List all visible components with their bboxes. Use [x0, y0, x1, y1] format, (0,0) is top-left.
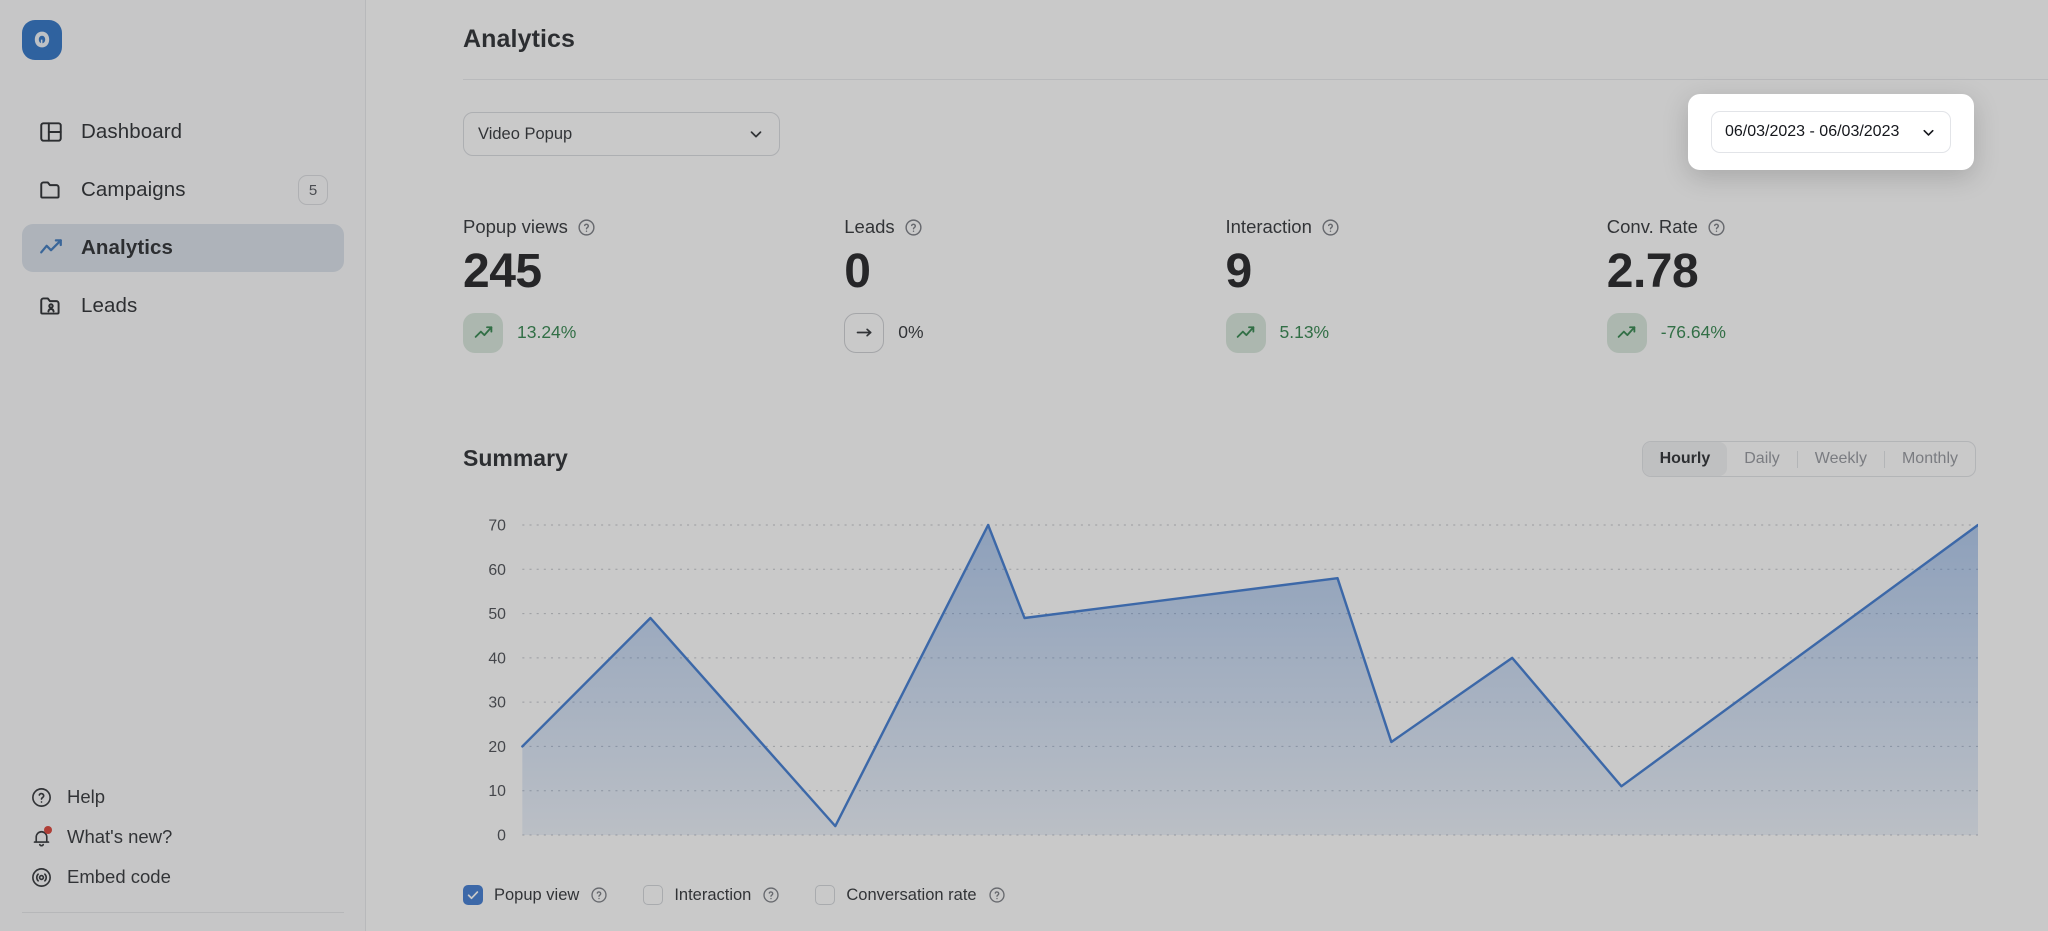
chart-y-tick-label: 70	[488, 518, 506, 535]
trend-flat-icon	[844, 312, 885, 353]
chevron-down-icon	[1920, 124, 1937, 141]
sidebar-item-embed-code[interactable]: Embed code	[22, 857, 344, 897]
campaigns-count-badge: 5	[298, 175, 328, 205]
bell-icon	[30, 825, 53, 849]
help-tooltip-icon[interactable]	[577, 218, 596, 237]
app-logo-icon[interactable]	[22, 20, 62, 60]
layout-dashboard-icon	[38, 119, 64, 145]
checkbox-unchecked-icon[interactable]	[815, 885, 836, 905]
page-title: Analytics	[463, 25, 576, 53]
broadcast-icon	[30, 866, 53, 889]
chart-y-tick-label: 10	[488, 783, 506, 800]
metric-delta: 0%	[898, 322, 924, 343]
campaign-select-value: Video Popup	[478, 124, 573, 143]
chart-y-tick-label: 40	[488, 651, 506, 668]
header-divider	[463, 79, 2048, 80]
legend-label: Popup view	[494, 885, 580, 904]
legend-label: Interaction	[674, 885, 752, 904]
metric-delta: 13.24%	[517, 322, 577, 343]
notification-dot	[44, 825, 52, 834]
legend-item-popup-view[interactable]: Popup view	[463, 885, 609, 905]
sidebar: Dashboard Campaigns 5 Analytics Leads He…	[0, 0, 366, 931]
question-circle-icon	[30, 786, 53, 809]
sidebar-item-dashboard[interactable]: Dashboard	[22, 108, 344, 156]
date-range-picker[interactable]: 06/03/2023 - 06/03/2023	[1711, 111, 1951, 153]
summary-title: Summary	[463, 445, 568, 471]
metric-title: Conv. Rate	[1606, 216, 1698, 237]
sidebar-item-whats-new[interactable]: What's new?	[22, 817, 344, 857]
line-chart-icon	[38, 235, 64, 261]
granularity-daily[interactable]: Daily	[1727, 442, 1797, 476]
sidebar-divider	[22, 912, 344, 913]
checkbox-unchecked-icon[interactable]	[643, 885, 664, 905]
help-tooltip-icon[interactable]	[590, 886, 609, 905]
sidebar-item-campaigns[interactable]: Campaigns 5	[22, 166, 344, 214]
trend-up-icon	[1606, 312, 1647, 353]
metric-title: Leads	[844, 216, 895, 237]
granularity-hourly[interactable]: Hourly	[1642, 442, 1728, 476]
chevron-down-icon	[747, 125, 765, 143]
sidebar-bottom-label: Help	[67, 786, 106, 807]
sidebar-bottom-label: What's new?	[67, 826, 173, 847]
sidebar-item-label: Leads	[81, 294, 138, 317]
granularity-monthly[interactable]: Monthly	[1885, 442, 1975, 476]
metric-delta: -76.64%	[1660, 322, 1726, 343]
legend-label: Conversation rate	[846, 885, 977, 904]
folder-user-icon	[38, 293, 64, 319]
help-tooltip-icon[interactable]	[988, 886, 1007, 905]
metric-title: Popup views	[463, 216, 568, 237]
chart-y-axis-labels: 0 10 20 30 40 50 60 70	[488, 518, 506, 845]
chart-y-tick-label: 50	[488, 606, 506, 623]
help-tooltip-icon[interactable]	[762, 886, 781, 905]
metric-card-interaction: Interaction 9 5.13%	[1225, 216, 1607, 353]
legend-item-interaction[interactable]: Interaction	[643, 885, 781, 905]
metric-value: 2.78	[1606, 245, 1699, 298]
summary-chart-svg: 0 10 20 30 40 50 60 70	[488, 518, 1978, 845]
help-tooltip-icon[interactable]	[1707, 218, 1726, 237]
sidebar-nav: Dashboard Campaigns 5 Analytics Leads	[22, 108, 344, 340]
chart-y-tick-label: 0	[497, 828, 506, 845]
date-range-popup: 06/03/2023 - 06/03/2023	[1688, 94, 1974, 170]
campaign-select[interactable]: Video Popup	[463, 112, 780, 156]
sidebar-bottom-nav: Help What's new? Embed code	[22, 777, 344, 897]
help-tooltip-icon[interactable]	[1321, 218, 1340, 237]
sidebar-item-label: Dashboard	[81, 120, 183, 143]
sidebar-item-analytics[interactable]: Analytics	[22, 224, 344, 272]
metric-value: 9	[1225, 245, 1253, 298]
metrics-row: Popup views 245 13.24% Leads 0 0% Intera…	[463, 216, 1988, 353]
sidebar-item-label: Campaigns	[81, 178, 186, 201]
folder-icon	[38, 177, 64, 203]
metric-title: Interaction	[1225, 216, 1312, 237]
summary-chart[interactable]: 0 10 20 30 40 50 60 70	[463, 505, 1978, 860]
granularity-weekly[interactable]: Weekly	[1798, 442, 1884, 476]
date-range-value: 06/03/2023 - 06/03/2023	[1725, 123, 1900, 140]
chart-legend: Popup view Interaction Conversation rate	[463, 885, 1007, 905]
checkbox-checked-icon[interactable]	[463, 885, 483, 905]
metric-value: 245	[463, 245, 542, 298]
sidebar-item-leads[interactable]: Leads	[22, 282, 344, 330]
trend-up-icon	[1225, 312, 1266, 353]
granularity-toggle-group: Hourly Daily Weekly Monthly	[1641, 441, 1976, 477]
chart-y-tick-label: 60	[488, 562, 506, 579]
metric-card-popup-views: Popup views 245 13.24%	[463, 216, 844, 353]
legend-item-conversation-rate[interactable]: Conversation rate	[815, 885, 1006, 905]
chart-area-fill	[522, 525, 1978, 835]
metric-delta: 5.13%	[1279, 322, 1330, 343]
trend-up-icon	[463, 312, 503, 353]
analytics-page: Dashboard Campaigns 5 Analytics Leads He…	[0, 0, 2048, 931]
help-tooltip-icon[interactable]	[904, 218, 923, 237]
sidebar-item-label: Analytics	[81, 236, 174, 259]
metric-value: 0	[844, 245, 871, 298]
sidebar-item-help[interactable]: Help	[22, 777, 344, 817]
chart-y-tick-label: 20	[488, 739, 506, 756]
sidebar-bottom-label: Embed code	[67, 866, 171, 887]
metric-card-conv-rate: Conv. Rate 2.78 -76.64%	[1606, 216, 1988, 353]
metric-card-leads: Leads 0 0%	[844, 216, 1225, 353]
chart-y-tick-label: 30	[488, 695, 506, 712]
